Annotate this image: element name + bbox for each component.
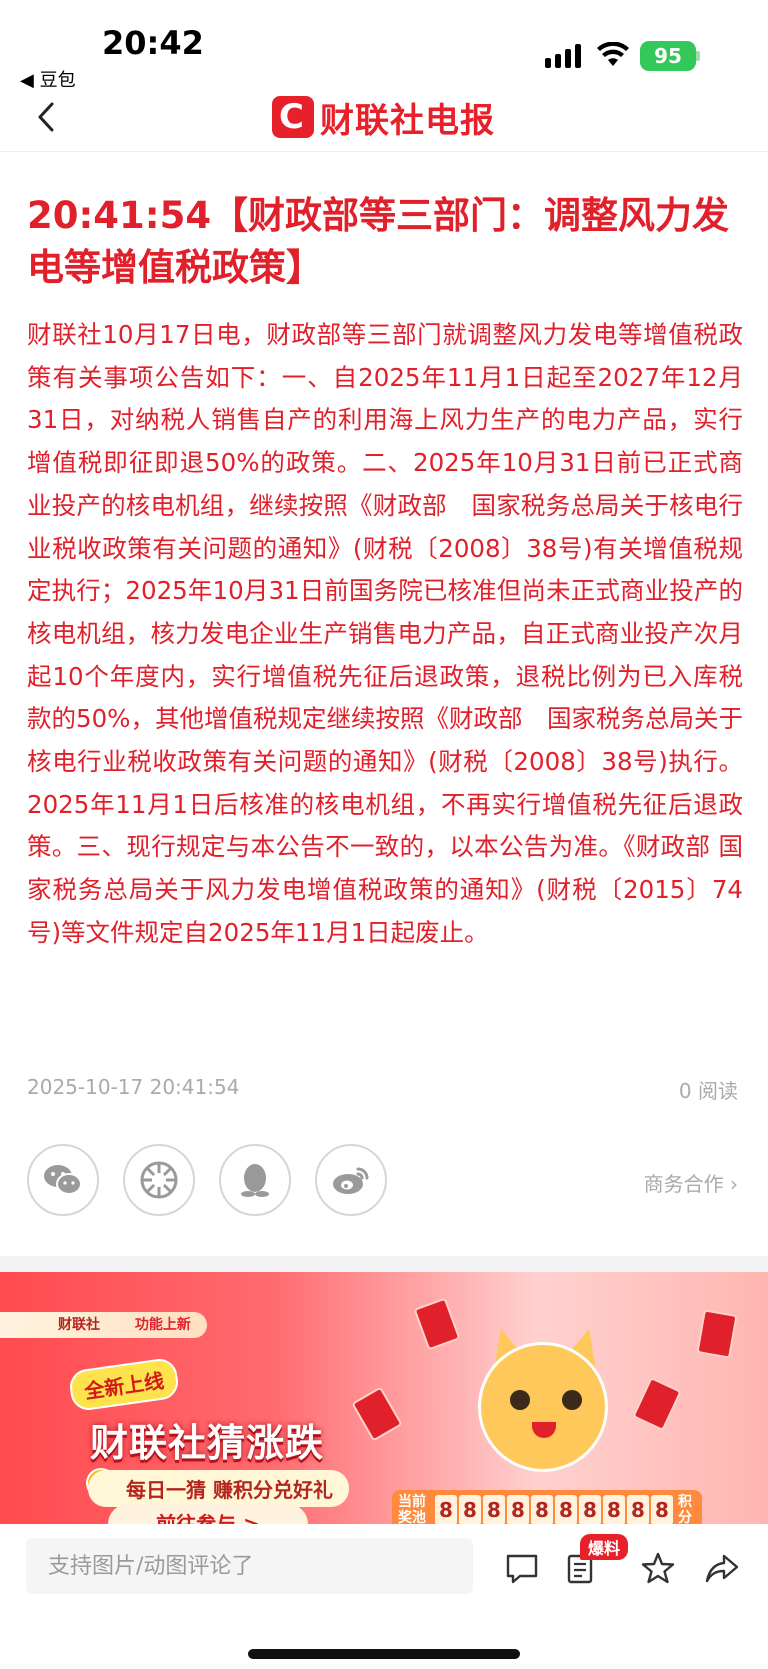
home-indicator: [248, 1649, 520, 1659]
banner-title: 财联社猜涨跌: [90, 1421, 325, 1465]
battery-icon: 95: [640, 41, 696, 71]
counter-digit: 8: [627, 1495, 649, 1524]
logo-text-telegraph: 电报: [425, 100, 495, 141]
read-count: 0 阅读: [678, 1079, 738, 1103]
counter-label: 当前奖池: [398, 1494, 426, 1524]
nav-bar: C 财联社 电报: [0, 82, 768, 152]
wifi-icon: [597, 42, 629, 66]
section-divider: [0, 1256, 768, 1272]
bottom-bar: 爆料: [0, 1524, 768, 1669]
banner-tag-text: 功能上新: [134, 1317, 191, 1333]
comment-icon[interactable]: [504, 1550, 540, 1586]
mascot-eye: [562, 1390, 582, 1410]
share-qq-button[interactable]: [219, 1144, 291, 1216]
banner-join-button[interactable]: 前往参与 >: [108, 1504, 308, 1524]
share-moments-button[interactable]: [123, 1144, 195, 1216]
counter-digit: 8: [555, 1495, 577, 1524]
counter-digit: 8: [651, 1495, 673, 1524]
counter-digit: 8: [459, 1495, 481, 1524]
signal-icon: [545, 44, 581, 68]
star-icon[interactable]: [640, 1550, 676, 1586]
back-arrow-icon[interactable]: [34, 100, 60, 134]
counter-digit: 8: [507, 1495, 529, 1524]
weibo-icon: [333, 1167, 369, 1194]
mascot-eye: [510, 1390, 530, 1410]
share-weibo-button[interactable]: [315, 1144, 387, 1216]
article-body: 财联社10月17日电，财政部等三部门就调整风力发电等增值税政策有关事项公告如下：…: [27, 320, 743, 947]
counter-digit: 8: [579, 1495, 601, 1524]
red-envelope-icon: [632, 1376, 682, 1432]
promo-banner[interactable]: 财联社 功能上新 全新上线 财联社猜涨跌 每日一猜 赚积分兑好礼 前往参与 > …: [0, 1272, 768, 1524]
article-date: 2025-10-17 20:41:54: [27, 1075, 240, 1099]
mascot-cat-icon: [478, 1342, 608, 1472]
banner-new-label: 全新上线: [67, 1356, 181, 1413]
cls-logo: C 财联社 电报: [272, 94, 495, 141]
battery-tip: [696, 51, 700, 61]
wechat-icon: [44, 1165, 82, 1195]
red-envelope-icon: [696, 1309, 738, 1359]
logo-mark-icon: C: [272, 96, 314, 138]
moments-icon: [140, 1161, 178, 1199]
counter-digit: 8: [603, 1495, 625, 1524]
status-time: 20:42: [102, 24, 204, 62]
counter-digit: 8: [483, 1495, 505, 1524]
logo-text-brand: 财联社: [320, 100, 425, 141]
counter-digit: 8: [531, 1495, 553, 1524]
share-icon[interactable]: [704, 1550, 740, 1586]
business-cooperation-link[interactable]: 商务合作 ›: [644, 1168, 738, 1197]
article-headline: 20:41:54【财政部等三部门：调整风力发电等增值税政策】: [27, 194, 730, 289]
red-envelope-icon: [413, 1297, 461, 1351]
share-wechat-button[interactable]: [27, 1144, 99, 1216]
status-bar: 20:42 ◀ 豆包 95: [0, 0, 768, 92]
red-envelope-icon: [351, 1386, 403, 1442]
report-badge: 爆料: [580, 1534, 629, 1560]
banner-subtitle: 每日一猜 赚积分兑好礼: [88, 1470, 349, 1507]
qq-icon: [241, 1164, 269, 1197]
comment-input[interactable]: [26, 1538, 473, 1594]
prize-pool-counter: 当前奖池 8 8 8 8 8 8 8 8 8 8 积分: [392, 1490, 702, 1524]
counter-suffix: 积分: [678, 1494, 692, 1524]
banner-tag: 财联社 功能上新: [0, 1312, 207, 1338]
banner-tag-brand: 财联社: [58, 1317, 100, 1333]
counter-digit: 8: [435, 1495, 457, 1524]
